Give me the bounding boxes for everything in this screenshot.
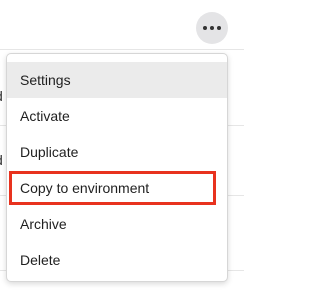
actions-dropdown-menu: Settings Activate Duplicate Copy to envi… bbox=[6, 53, 228, 282]
menu-item-label: Duplicate bbox=[20, 144, 79, 160]
more-actions-button[interactable] bbox=[196, 12, 228, 44]
more-horizontal-icon bbox=[203, 26, 207, 30]
menu-item-label: Delete bbox=[20, 252, 61, 268]
background-text-fragment: d bbox=[0, 152, 3, 168]
menu-item-copy-to-environment[interactable]: Copy to environment bbox=[7, 170, 227, 206]
background-row-divider bbox=[0, 49, 244, 50]
menu-item-delete[interactable]: Delete bbox=[7, 242, 227, 278]
more-horizontal-icon bbox=[210, 26, 214, 30]
menu-item-label: Activate bbox=[20, 108, 70, 124]
more-horizontal-icon bbox=[217, 26, 221, 30]
menu-item-activate[interactable]: Activate bbox=[7, 98, 227, 134]
menu-item-archive[interactable]: Archive bbox=[7, 206, 227, 242]
background-text-fragment: d bbox=[0, 88, 3, 104]
menu-item-settings[interactable]: Settings bbox=[7, 62, 227, 98]
menu-item-label: Settings bbox=[20, 72, 71, 88]
menu-item-label: Archive bbox=[20, 216, 67, 232]
menu-item-duplicate[interactable]: Duplicate bbox=[7, 134, 227, 170]
menu-item-label: Copy to environment bbox=[20, 180, 150, 196]
